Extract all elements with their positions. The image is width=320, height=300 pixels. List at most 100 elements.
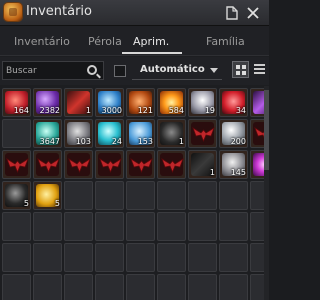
inventory-slot[interactable]: 3647 <box>33 119 62 148</box>
item-quantity: 121 <box>137 106 153 115</box>
empty-slot[interactable] <box>126 274 155 300</box>
tab-perola[interactable]: Pérola <box>88 35 122 48</box>
empty-slot[interactable] <box>2 274 31 300</box>
empty-slot[interactable] <box>33 212 62 241</box>
inventory-slot[interactable]: 19 <box>188 88 217 117</box>
document-icon[interactable] <box>224 4 240 22</box>
item-quantity: 19 <box>204 106 215 115</box>
inventory-slot[interactable]: 103 <box>64 119 93 148</box>
sort-dropdown[interactable]: Automático <box>132 61 222 80</box>
list-view-icon[interactable] <box>253 62 267 77</box>
item-quantity: 3000 <box>101 106 122 115</box>
tab-inventario[interactable]: Inventário <box>14 35 70 48</box>
item-quantity: 145 <box>230 168 246 177</box>
red-bat-icon <box>67 153 91 176</box>
red-bat-icon <box>36 153 60 176</box>
inventory-slot[interactable] <box>126 150 155 179</box>
red-bat-icon <box>98 153 122 176</box>
empty-slot[interactable] <box>157 243 186 272</box>
tab-aprim[interactable]: Aprim. <box>133 35 169 48</box>
empty-slot[interactable] <box>64 212 93 241</box>
inventory-slot[interactable]: 3000 <box>95 88 124 117</box>
inventory-slot[interactable]: 164 <box>2 88 31 117</box>
inventory-slot[interactable] <box>95 150 124 179</box>
item-quantity: 1 <box>178 137 184 146</box>
active-tab-indicator <box>122 52 182 54</box>
item-quantity: 584 <box>168 106 184 115</box>
item-quantity: 2382 <box>39 106 60 115</box>
inventory-slot[interactable] <box>2 150 31 179</box>
tab-bar: Inventário Pérola Aprim. Família <box>0 26 269 56</box>
empty-slot[interactable] <box>219 274 248 300</box>
inventory-bag-icon <box>4 3 22 21</box>
inventory-window: Inventário Inventário Pérola Aprim. Famí… <box>0 0 269 300</box>
empty-slot[interactable] <box>64 274 93 300</box>
title-bar[interactable]: Inventário <box>0 0 269 26</box>
inventory-slot[interactable]: 24 <box>95 119 124 148</box>
inventory-slot[interactable]: 1 <box>64 88 93 117</box>
inventory-slot[interactable] <box>157 150 186 179</box>
empty-slot[interactable] <box>95 274 124 300</box>
inventory-slot[interactable]: 200 <box>219 119 248 148</box>
empty-slot[interactable] <box>95 243 124 272</box>
empty-slot[interactable] <box>219 212 248 241</box>
item-quantity: 1 <box>209 168 215 177</box>
item-quantity: 1 <box>85 106 91 115</box>
empty-slot[interactable] <box>2 119 31 148</box>
item-quantity: 34 <box>235 106 246 115</box>
empty-slot[interactable] <box>64 243 93 272</box>
empty-slot[interactable] <box>2 212 31 241</box>
filter-checkbox[interactable] <box>114 65 126 77</box>
empty-slot[interactable] <box>188 243 217 272</box>
empty-slot[interactable] <box>33 274 62 300</box>
empty-slot[interactable] <box>157 181 186 210</box>
empty-slot[interactable] <box>126 243 155 272</box>
empty-slot[interactable] <box>95 181 124 210</box>
inventory-slot[interactable] <box>33 150 62 179</box>
empty-slot[interactable] <box>219 181 248 210</box>
inventory-slot[interactable] <box>188 119 217 148</box>
empty-slot[interactable] <box>188 274 217 300</box>
inventory-slot[interactable]: 584 <box>157 88 186 117</box>
inventory-slot[interactable] <box>64 150 93 179</box>
inventory-slot[interactable]: 5 <box>2 181 31 210</box>
search-icon[interactable] <box>87 65 97 75</box>
empty-slot[interactable] <box>188 181 217 210</box>
close-icon[interactable] <box>245 4 261 22</box>
grid-view-icon[interactable] <box>232 61 249 78</box>
inventory-slot[interactable]: 145 <box>219 150 248 179</box>
red-bat-icon <box>191 122 215 145</box>
inventory-slot[interactable]: 1 <box>157 119 186 148</box>
inventory-slot[interactable]: 121 <box>126 88 155 117</box>
red-bat-icon <box>160 153 184 176</box>
search-box <box>2 61 104 80</box>
empty-slot[interactable] <box>219 243 248 272</box>
item-quantity: 5 <box>23 199 29 208</box>
empty-slot[interactable] <box>157 212 186 241</box>
sort-dropdown-value: Automático <box>140 64 205 75</box>
empty-slot[interactable] <box>126 212 155 241</box>
red-bat-icon <box>129 153 153 176</box>
scrollbar-thumb[interactable] <box>264 90 269 170</box>
inventory-slot[interactable]: 34 <box>219 88 248 117</box>
empty-slot[interactable] <box>33 243 62 272</box>
item-quantity: 153 <box>137 137 153 146</box>
item-quantity: 3647 <box>39 137 60 146</box>
item-grid: 1642382130001215841934836471032415312001… <box>0 86 269 300</box>
empty-slot[interactable] <box>188 212 217 241</box>
red-bat-icon <box>5 153 29 176</box>
empty-slot[interactable] <box>2 243 31 272</box>
filter-bar: Automático <box>0 57 269 85</box>
empty-slot[interactable] <box>126 181 155 210</box>
empty-slot[interactable] <box>64 181 93 210</box>
empty-slot[interactable] <box>157 274 186 300</box>
item-quantity: 5 <box>54 199 60 208</box>
window-title: Inventário <box>26 4 92 19</box>
inventory-slot[interactable]: 153 <box>126 119 155 148</box>
search-input[interactable] <box>6 64 82 78</box>
inventory-slot[interactable]: 1 <box>188 150 217 179</box>
empty-slot[interactable] <box>95 212 124 241</box>
tab-familia[interactable]: Família <box>206 35 245 48</box>
inventory-slot[interactable]: 2382 <box>33 88 62 117</box>
inventory-slot[interactable]: 5 <box>33 181 62 210</box>
